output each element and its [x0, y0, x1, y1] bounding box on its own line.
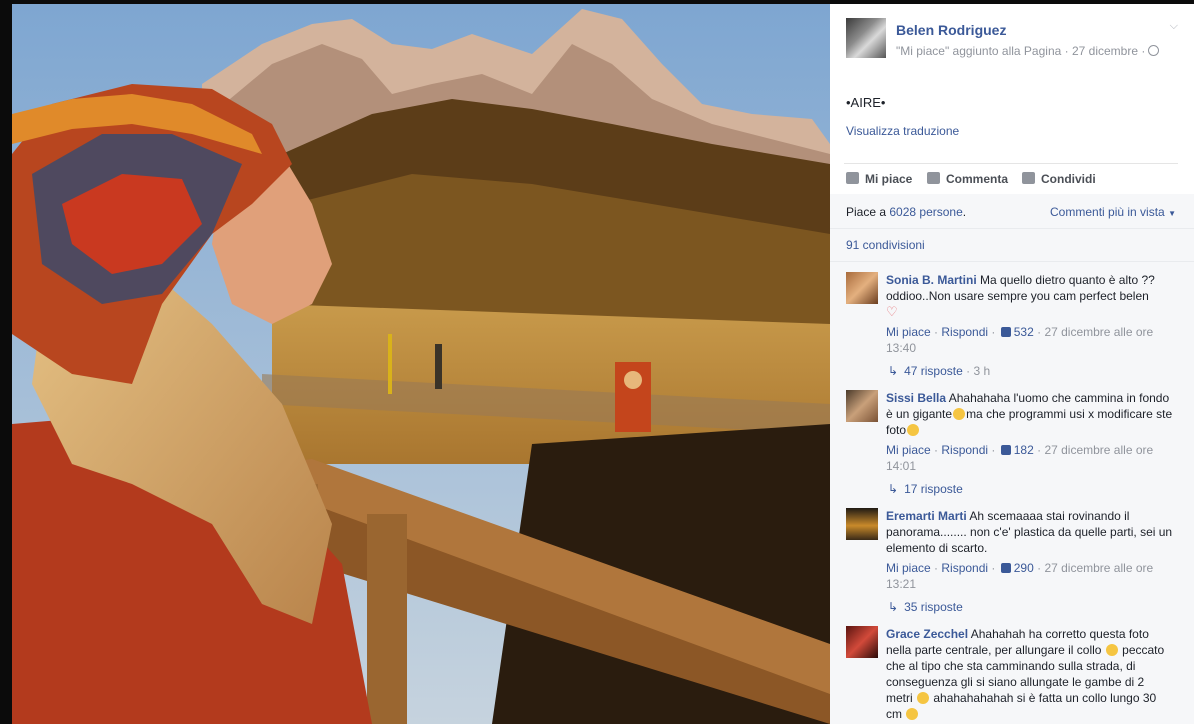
commenter-name[interactable]: Sissi Bella: [886, 391, 946, 405]
like-button[interactable]: Mi piace: [846, 172, 912, 186]
comment-filter-dropdown[interactable]: Commenti più in vista ▼: [1050, 205, 1176, 219]
reply-arrow-icon: ↳: [888, 364, 899, 378]
commenter-avatar[interactable]: [846, 508, 878, 540]
globe-icon: [1148, 45, 1160, 56]
comment-item: Eremarti Marti Ah scemaaaa stai rovinand…: [846, 502, 1174, 620]
comment-label: Commenta: [946, 172, 1009, 186]
comment-body: Sissi Bella Ahahahaha l'uomo che cammina…: [886, 390, 1174, 438]
comment-reply-link[interactable]: Rispondi: [941, 561, 988, 575]
comment-body: Sonia B. Martini Ma quello dietro quanto…: [886, 272, 1174, 320]
view-replies-link[interactable]: ↳ 47 risposte · 3 h: [888, 364, 990, 378]
reply-arrow-icon: ↳: [888, 600, 899, 614]
comment-item: Sonia B. Martini Ma quello dietro quanto…: [846, 266, 1174, 386]
commenter-avatar[interactable]: [846, 390, 878, 422]
likes-row: Piace a 6028 persone. Commenti più in vi…: [830, 194, 1194, 229]
shares-row: 91 condivisioni: [830, 229, 1194, 262]
likes-suffix: .: [962, 205, 967, 219]
replies-count: 47 risposte: [904, 364, 963, 378]
comment-likes-value: 182: [1013, 443, 1034, 457]
commenter-name[interactable]: Eremarti Marti: [886, 509, 967, 523]
action-bar: Mi piace Commenta Condividi: [844, 163, 1178, 195]
chevron-down-icon[interactable]: ⌵: [1170, 20, 1178, 33]
post-meta-text: "Mi piace" aggiunto alla Pagina · 27 dic…: [896, 44, 1146, 58]
post-photo[interactable]: [12, 4, 830, 724]
replies-age: · 3 h: [966, 364, 991, 378]
photo-illustration: [12, 4, 830, 724]
comment-body: Grace Zecchel Ahahahah ha corretto quest…: [886, 626, 1174, 722]
comment-like-link[interactable]: Mi piace: [886, 325, 931, 339]
thumbs-up-icon: [1000, 445, 1011, 455]
post-details-panel: Belen Rodriguez "Mi piace" aggiunto alla…: [830, 4, 1194, 724]
share-icon: [1022, 172, 1035, 184]
thumbs-up-icon: [846, 172, 859, 184]
share-button[interactable]: Condividi: [1022, 172, 1096, 186]
like-label: Mi piace: [865, 172, 913, 186]
likes-count-link[interactable]: 6028 persone: [889, 205, 962, 219]
post-text: •AIRE•: [846, 95, 886, 110]
author-avatar[interactable]: [846, 18, 886, 58]
comment-item: Grace Zecchel Ahahahah ha corretto quest…: [846, 620, 1174, 724]
shares-link[interactable]: 91 condivisioni: [846, 238, 925, 252]
see-translation-link[interactable]: Visualizza traduzione: [846, 124, 959, 138]
emoji-icon: [917, 692, 930, 704]
commenter-name[interactable]: Sonia B. Martini: [886, 273, 977, 287]
view-replies-link[interactable]: ↳ 35 risposte: [888, 600, 963, 614]
comment-like-link[interactable]: Mi piace: [886, 561, 931, 575]
thumbs-up-icon: [1000, 327, 1011, 337]
comment-button[interactable]: Commenta: [927, 172, 1008, 186]
thumbs-up-icon: [1000, 563, 1011, 573]
replies-count: 17 risposte: [904, 482, 963, 496]
share-label: Condividi: [1041, 172, 1096, 186]
comment-likes-count[interactable]: 290: [999, 561, 1034, 575]
comment-reply-link[interactable]: Rispondi: [941, 443, 988, 457]
caret-down-icon: ▼: [1168, 209, 1176, 218]
reply-arrow-icon: ↳: [888, 482, 899, 496]
emoji-icon: [1105, 644, 1118, 656]
comment-meta: Mi piace · Rispondi · 290 · 27 dicembre …: [886, 561, 1154, 591]
likes-summary: Piace a 6028 persone.: [846, 205, 966, 219]
emoji-icon: [906, 708, 919, 720]
comment-filter-label: Commenti più in vista: [1050, 205, 1165, 219]
replies-count: 35 risposte: [904, 600, 963, 614]
comment-reply-link[interactable]: Rispondi: [941, 325, 988, 339]
comment-likes-count[interactable]: 532: [999, 325, 1034, 339]
comment-item: Sissi Bella Ahahahaha l'uomo che cammina…: [846, 384, 1174, 502]
commenter-avatar[interactable]: [846, 272, 878, 304]
comments-list: Sonia B. Martini Ma quello dietro quanto…: [830, 262, 1194, 724]
comment-likes-value: 290: [1013, 561, 1034, 575]
commenter-avatar[interactable]: [846, 626, 878, 658]
author-name[interactable]: Belen Rodriguez: [896, 22, 1006, 38]
comment-body: Eremarti Marti Ah scemaaaa stai rovinand…: [886, 508, 1174, 556]
heart-emoji-icon: ♡: [886, 304, 898, 319]
emoji-icon: [953, 408, 966, 420]
comment-icon: [927, 172, 940, 184]
likes-prefix: Piace a: [846, 205, 890, 219]
comment-likes-value: 532: [1013, 325, 1034, 339]
comment-meta: Mi piace · Rispondi · 532 · 27 dicembre …: [886, 325, 1154, 355]
view-replies-link[interactable]: ↳ 17 risposte: [888, 482, 963, 496]
comment-meta: Mi piace · Rispondi · 182 · 27 dicembre …: [886, 443, 1154, 473]
emoji-icon: [907, 424, 920, 436]
post-subline: "Mi piace" aggiunto alla Pagina · 27 dic…: [896, 44, 1160, 58]
post-header: Belen Rodriguez "Mi piace" aggiunto alla…: [846, 18, 1178, 62]
comment-like-link[interactable]: Mi piace: [886, 443, 931, 457]
comment-likes-count[interactable]: 182: [999, 443, 1034, 457]
commenter-name[interactable]: Grace Zecchel: [886, 627, 968, 641]
